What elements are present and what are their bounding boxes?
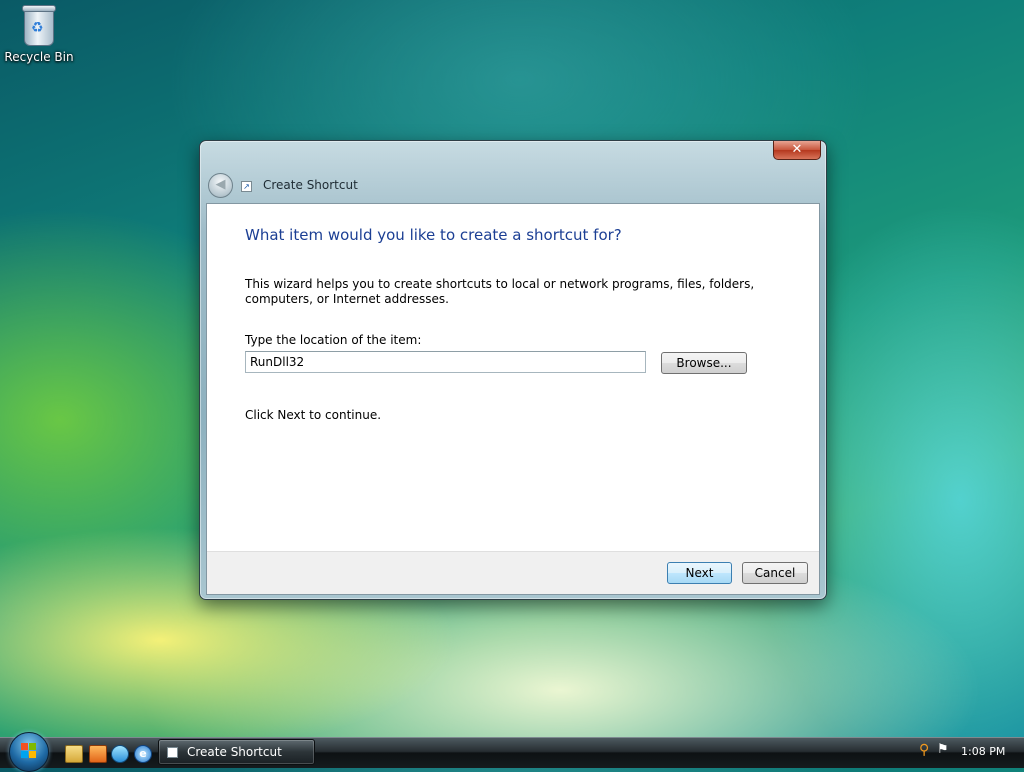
switch-windows-icon[interactable]	[111, 745, 129, 763]
media-player-icon[interactable]	[89, 745, 107, 763]
shortcut-icon	[167, 747, 178, 758]
next-button[interactable]: Next	[667, 562, 732, 584]
taskbar-item-label: Create Shortcut	[187, 745, 282, 759]
shortcut-icon: ↗	[241, 181, 252, 192]
recycle-bin-icon: ♻	[22, 5, 56, 46]
continue-instruction: Click Next to continue.	[245, 408, 382, 422]
internet-explorer-icon[interactable]: e	[134, 745, 152, 763]
location-label: Type the location of the item:	[245, 333, 422, 347]
taskbar: e Create Shortcut ⚲ ⚑ 1:08 PM	[0, 732, 1024, 772]
system-tray: ⚲ ⚑ 1:08 PM	[919, 738, 1024, 767]
back-arrow-icon: ◀	[215, 177, 226, 192]
action-center-flag-icon[interactable]: ⚑	[937, 743, 951, 757]
wizard-description: This wizard helps you to create shortcut…	[245, 277, 755, 306]
folder-icon[interactable]	[65, 745, 83, 763]
cancel-button[interactable]: Cancel	[742, 562, 808, 584]
browse-button[interactable]: Browse...	[661, 352, 747, 374]
wizard-content: What item would you like to create a sho…	[206, 203, 820, 595]
windows-logo-icon	[21, 743, 37, 759]
create-shortcut-window: ✕ ◀ ↗ Create Shortcut What item would yo…	[199, 140, 827, 600]
back-button[interactable]: ◀	[208, 173, 233, 198]
location-input[interactable]	[245, 351, 646, 373]
close-button[interactable]: ✕	[773, 141, 821, 160]
start-button[interactable]	[9, 732, 49, 772]
recycle-bin-label: Recycle Bin	[4, 50, 74, 64]
recycle-bin-shortcut[interactable]: ♻ Recycle Bin	[4, 5, 74, 64]
clock[interactable]: 1:08 PM	[961, 745, 1005, 758]
wizard-heading: What item would you like to create a sho…	[245, 226, 622, 244]
taskbar-item-create-shortcut[interactable]: Create Shortcut	[158, 739, 315, 765]
wizard-footer: Next Cancel	[207, 551, 819, 594]
search-icon[interactable]: ⚲	[919, 743, 933, 757]
window-title: Create Shortcut	[263, 178, 358, 192]
